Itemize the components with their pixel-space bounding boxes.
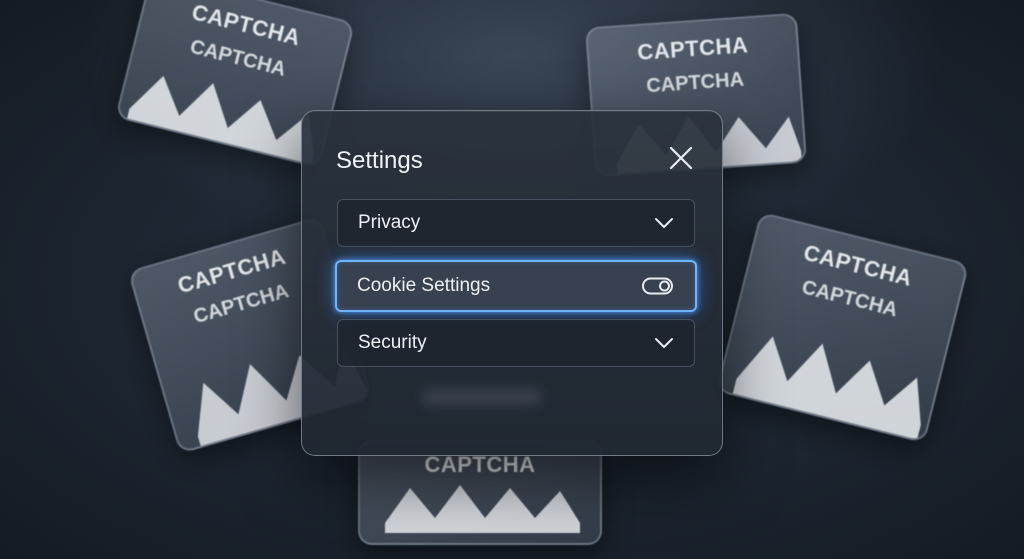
cookie-settings-row[interactable]: Cookie Settings bbox=[335, 260, 697, 312]
toggle-knob bbox=[659, 280, 670, 292]
captcha-card-title: CAPTCHA bbox=[636, 32, 750, 65]
chevron-down-icon bbox=[655, 338, 673, 348]
security-dropdown[interactable]: Security bbox=[337, 319, 695, 367]
close-button[interactable] bbox=[668, 145, 694, 171]
cookie-settings-label: Cookie Settings bbox=[357, 275, 491, 296]
captcha-card-mid-right: CAPTCHA CAPTCHA bbox=[715, 211, 970, 444]
dialog-title: Settings bbox=[336, 147, 423, 174]
privacy-dropdown[interactable]: Privacy bbox=[337, 199, 695, 247]
blurred-background-text bbox=[422, 389, 542, 405]
close-icon bbox=[669, 146, 693, 170]
screen: CAPTCHA CAPTCHA CAPTCHA CAPTCHA CAPTCHA … bbox=[0, 0, 1024, 559]
cookie-settings-toggle[interactable] bbox=[642, 277, 673, 295]
captcha-puzzle-icon bbox=[385, 485, 580, 533]
security-label: Security bbox=[358, 332, 427, 353]
chevron-down-icon bbox=[655, 218, 673, 228]
privacy-label: Privacy bbox=[358, 212, 421, 233]
settings-dialog: Settings Privacy Cookie Settings Securit… bbox=[301, 110, 723, 456]
